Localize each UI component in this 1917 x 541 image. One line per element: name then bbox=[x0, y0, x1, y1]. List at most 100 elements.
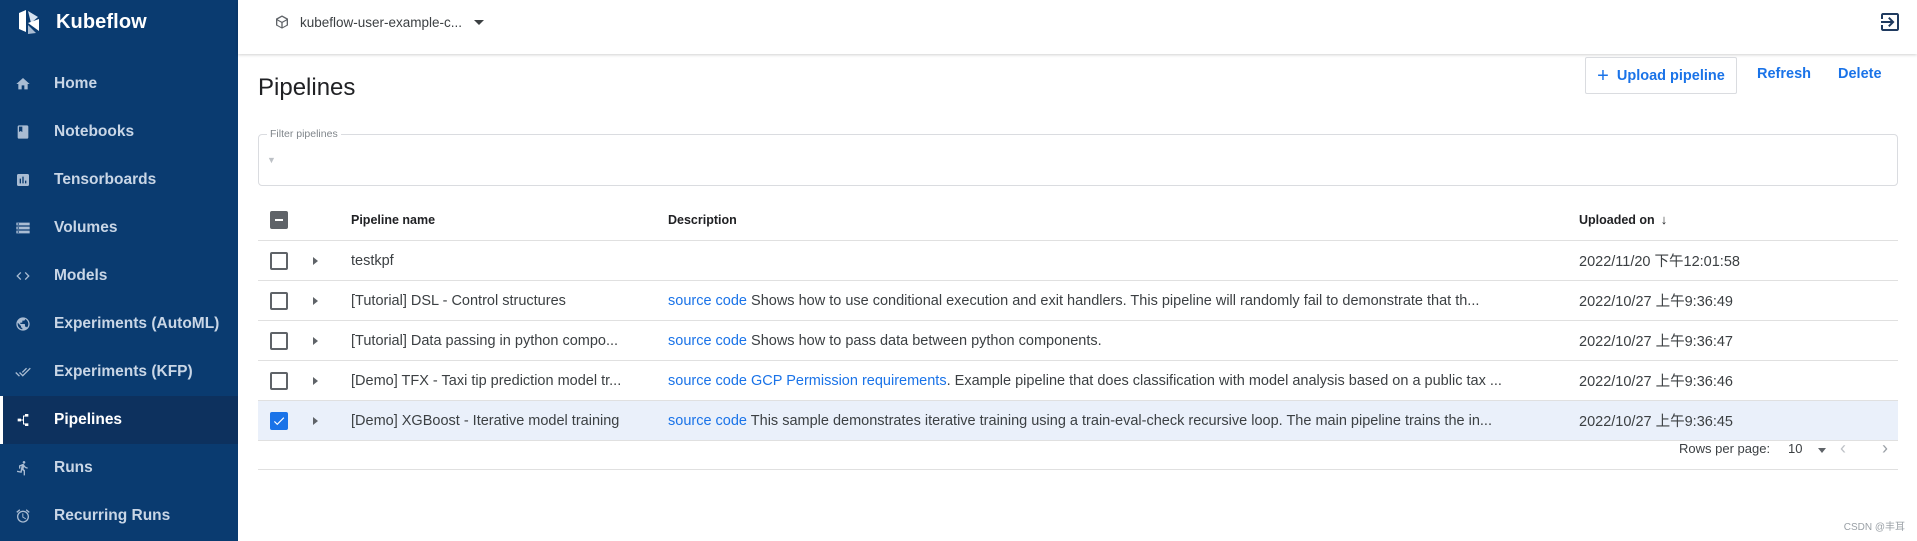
sidebar-item-experiments-kfp[interactable]: Experiments (KFP) bbox=[0, 348, 238, 396]
pipeline-name[interactable]: [Demo] TFX - Taxi tip prediction model t… bbox=[351, 373, 651, 389]
select-all-checkbox[interactable] bbox=[270, 210, 288, 229]
gcp-permission-link[interactable]: GCP Permission requirements bbox=[751, 373, 947, 389]
table-row[interactable]: [Demo] TFX - Taxi tip prediction model t… bbox=[258, 361, 1898, 401]
pipeline-icon bbox=[14, 411, 32, 429]
plus-icon: + bbox=[1597, 64, 1609, 87]
sidebar-item-label: Notebooks bbox=[54, 123, 135, 140]
next-page-icon[interactable]: › bbox=[1882, 438, 1888, 459]
done-all-icon bbox=[14, 363, 32, 381]
expand-arrow-icon[interactable] bbox=[313, 376, 318, 385]
column-header-name[interactable]: Pipeline name bbox=[351, 213, 435, 227]
sidebar-item-label: Recurring Runs bbox=[54, 507, 171, 524]
top-bar: kubeflow-user-example-c... bbox=[238, 0, 1917, 54]
sidebar-item-label: Experiments (KFP) bbox=[54, 363, 193, 380]
refresh-button[interactable]: Refresh bbox=[1757, 66, 1811, 82]
tune-icon bbox=[14, 315, 32, 333]
chevron-down-icon bbox=[474, 19, 485, 25]
watermark: CSDN @丰耳 bbox=[1843, 522, 1905, 533]
sidebar-item-home[interactable]: Home bbox=[0, 60, 238, 108]
uploaded-on: 2022/11/20 下午12:01:58 bbox=[1579, 254, 1740, 270]
pipelines-table: Pipeline name Description Uploaded on ↓ t… bbox=[258, 199, 1898, 441]
filter-label: Filter pipelines bbox=[267, 128, 341, 140]
sidebar-nav: Home Notebooks Tensorboards Volumes Mode… bbox=[0, 60, 238, 540]
page-title: Pipelines bbox=[258, 74, 356, 101]
description-text: . Example pipeline that does classificat… bbox=[946, 372, 1502, 389]
filter-icon: ▼ bbox=[267, 155, 276, 165]
uploaded-on: 2022/10/27 上午9:36:49 bbox=[1579, 294, 1733, 310]
sidebar-item-label: Home bbox=[54, 75, 98, 92]
pipeline-name[interactable]: testkpf bbox=[351, 253, 651, 269]
upload-pipeline-button[interactable]: + Upload pipeline bbox=[1585, 57, 1737, 94]
row-checkbox[interactable] bbox=[270, 371, 288, 390]
expand-arrow-icon[interactable] bbox=[313, 296, 318, 305]
sidebar-item-models[interactable]: Models bbox=[0, 252, 238, 300]
pipeline-name[interactable]: [Tutorial] DSL - Control structures bbox=[351, 293, 651, 309]
home-icon bbox=[14, 75, 32, 93]
column-header-description[interactable]: Description bbox=[668, 213, 737, 227]
run-icon bbox=[14, 459, 32, 477]
expand-arrow-icon[interactable] bbox=[313, 256, 318, 265]
description-text: This sample demonstrates iterative train… bbox=[750, 412, 1492, 429]
sidebar-item-notebooks[interactable]: Notebooks bbox=[0, 108, 238, 156]
sort-down-arrow-icon: ↓ bbox=[1660, 212, 1668, 227]
source-code-link[interactable]: source code bbox=[668, 293, 747, 309]
sidebar-item-pipelines[interactable]: Pipelines bbox=[0, 396, 238, 444]
row-checkbox[interactable] bbox=[270, 331, 288, 350]
row-checkbox[interactable] bbox=[270, 411, 288, 430]
sidebar-item-label: Pipelines bbox=[54, 411, 123, 428]
source-code-link[interactable]: source code bbox=[668, 413, 747, 429]
expand-arrow-icon[interactable] bbox=[313, 336, 318, 345]
sidebar: Kubeflow Home Notebooks Tensorboards Vol… bbox=[0, 0, 238, 541]
column-header-uploaded[interactable]: Uploaded on ↓ bbox=[1579, 212, 1667, 227]
alarm-icon bbox=[14, 507, 32, 525]
uploaded-on: 2022/10/27 上午9:36:46 bbox=[1579, 374, 1733, 390]
sidebar-item-tensorboards[interactable]: Tensorboards bbox=[0, 156, 238, 204]
pipeline-name[interactable]: [Tutorial] Data passing in python compo.… bbox=[351, 333, 651, 349]
chart-icon bbox=[14, 171, 32, 189]
main-content: Pipelines + Upload pipeline Refresh Dele… bbox=[238, 54, 1917, 541]
expand-arrow-icon[interactable] bbox=[313, 416, 318, 425]
rows-per-page-select[interactable]: 10 bbox=[1788, 441, 1802, 456]
namespace-label: kubeflow-user-example-c... bbox=[300, 14, 463, 30]
uploaded-on: 2022/10/27 上午9:36:47 bbox=[1579, 334, 1733, 350]
logout-icon[interactable] bbox=[1878, 10, 1902, 34]
description-text: Shows how to use conditional execution a… bbox=[751, 292, 1480, 309]
upload-pipeline-label: Upload pipeline bbox=[1616, 67, 1725, 84]
sidebar-item-label: Runs bbox=[54, 459, 93, 476]
sidebar-item-runs[interactable]: Runs bbox=[0, 444, 238, 492]
code-arrows-icon bbox=[14, 267, 32, 285]
app-name: Kubeflow bbox=[56, 10, 147, 33]
sidebar-item-label: Models bbox=[54, 267, 108, 284]
table-row[interactable]: testkpf 2022/11/20 下午12:01:58 bbox=[258, 241, 1898, 281]
prev-page-icon[interactable]: ‹ bbox=[1840, 438, 1846, 459]
pagination: Rows per page: 10 ‹ › bbox=[258, 430, 1898, 470]
namespace-cube-icon bbox=[276, 15, 288, 29]
description-text: Shows how to pass data between python co… bbox=[751, 332, 1102, 349]
namespace-selector[interactable]: kubeflow-user-example-c... bbox=[274, 10, 485, 34]
notebook-icon bbox=[14, 123, 32, 141]
row-checkbox[interactable] bbox=[270, 291, 288, 310]
brand[interactable]: Kubeflow bbox=[14, 6, 147, 38]
table-row[interactable]: [Tutorial] Data passing in python compo.… bbox=[258, 321, 1898, 361]
pipeline-name[interactable]: [Demo] XGBoost - Iterative model trainin… bbox=[351, 413, 651, 429]
filter-pipelines-input[interactable]: Filter pipelines ▼ bbox=[258, 128, 1898, 186]
uploaded-on: 2022/10/27 上午9:36:45 bbox=[1579, 414, 1733, 430]
sidebar-item-label: Volumes bbox=[54, 219, 118, 236]
column-header-uploaded-label: Uploaded on bbox=[1579, 213, 1655, 227]
storage-icon bbox=[14, 219, 32, 237]
rows-per-page-label: Rows per page: bbox=[1679, 441, 1771, 456]
kubeflow-logo-icon bbox=[19, 10, 39, 34]
sidebar-item-experiments-automl[interactable]: Experiments (AutoML) bbox=[0, 300, 238, 348]
row-checkbox[interactable] bbox=[270, 251, 288, 270]
table-header: Pipeline name Description Uploaded on ↓ bbox=[258, 199, 1898, 241]
source-code-link[interactable]: source code bbox=[668, 333, 747, 349]
delete-button[interactable]: Delete bbox=[1838, 66, 1882, 82]
sidebar-item-label: Experiments (AutoML) bbox=[54, 315, 220, 332]
table-row[interactable]: [Tutorial] DSL - Control structures sour… bbox=[258, 281, 1898, 321]
sidebar-item-volumes[interactable]: Volumes bbox=[0, 204, 238, 252]
sidebar-item-label: Tensorboards bbox=[54, 171, 157, 188]
sidebar-item-recurring-runs[interactable]: Recurring Runs bbox=[0, 492, 238, 540]
checkmark-icon bbox=[273, 416, 285, 425]
source-code-link[interactable]: source code bbox=[668, 373, 747, 389]
rows-per-page-dropdown-icon[interactable] bbox=[1818, 448, 1826, 453]
